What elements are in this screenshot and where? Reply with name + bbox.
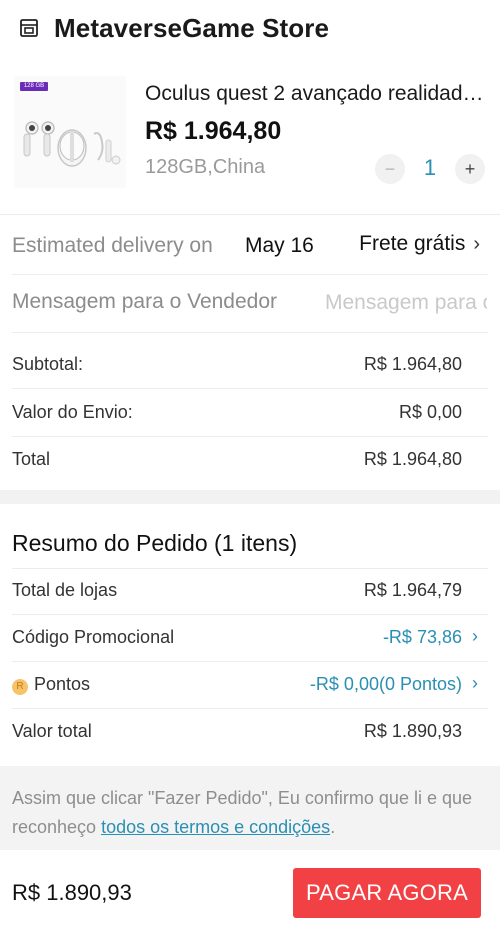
points-label: Pontos: [34, 674, 91, 694]
terms-notice: Assim que clicar "Fazer Pedido", Eu conf…: [0, 766, 500, 850]
quantity-decrease-button[interactable]: −: [375, 154, 405, 184]
promo-code-label: Código Promocional: [12, 627, 175, 647]
subtotal-value: R$ 1.964,80: [363, 354, 462, 374]
stores-total-row: Total de lojas R$ 1.964,79: [0, 568, 500, 614]
shipping-cost-row: Valor do Envio: R$ 0,00: [0, 390, 500, 436]
stores-total-label: Total de lojas: [12, 580, 118, 600]
subtotal-label: Subtotal:: [12, 354, 84, 374]
store-header[interactable]: MetaverseGame Store: [0, 0, 500, 56]
delivery-row[interactable]: Estimated delivery on May 16 Frete gráti…: [0, 216, 500, 274]
store-icon: [18, 17, 40, 39]
shipping-cost-label: Valor do Envio:: [12, 402, 133, 422]
checkout-footer: R$ 1.890,93 PAGAR AGORA: [0, 850, 500, 932]
seller-message-input[interactable]: [325, 286, 487, 320]
store-total-label: Total: [12, 449, 51, 469]
shipping-cost-value: R$ 0,00: [398, 402, 462, 422]
subtotal-row: Subtotal: R$ 1.964,80: [0, 342, 500, 388]
chevron-right-icon: ›: [473, 232, 480, 255]
quantity-increase-button[interactable]: +: [455, 154, 485, 184]
points-label-group: R Pontos: [12, 674, 90, 695]
divider: [12, 388, 488, 389]
delivery-label: Estimated delivery on: [12, 234, 213, 257]
chevron-right-icon: ›: [472, 673, 478, 693]
chevron-right-icon: ›: [472, 626, 478, 646]
terms-notice-suffix: .: [330, 817, 336, 837]
divider: [12, 332, 488, 333]
divider: [0, 214, 500, 215]
store-total-row: Total R$ 1.964,80: [0, 437, 500, 483]
seller-message-label: Mensagem para o Vendedor: [12, 290, 278, 313]
product-price: R$ 1.964,80: [145, 117, 282, 145]
footer-total: R$ 1.890,93: [12, 880, 132, 905]
terms-link[interactable]: todos os termos e condições: [101, 817, 330, 837]
shipping-option[interactable]: Frete grátis ›: [359, 232, 480, 256]
product-card: 128 GB Oculus quest 2 avançado realidade…: [0, 62, 500, 212]
grand-total-label: Valor total: [12, 721, 92, 741]
pay-now-button[interactable]: PAGAR AGORA: [293, 868, 481, 918]
grand-total-row: Valor total R$ 1.890,93: [0, 709, 500, 755]
points-row[interactable]: R Pontos -R$ 0,00(0 Pontos) ›: [0, 662, 500, 708]
grand-total-value: R$ 1.890,93: [363, 721, 462, 741]
points-value[interactable]: -R$ 0,00(0 Pontos): [310, 674, 462, 695]
seller-message-row: Mensagem para o Vendedor: [0, 274, 500, 332]
promo-code-row[interactable]: Código Promocional -R$ 73,86 ›: [0, 615, 500, 661]
shipping-label: Frete grátis: [359, 232, 466, 255]
store-total-value: R$ 1.964,80: [363, 449, 462, 469]
product-badge: 128 GB: [20, 82, 48, 91]
product-image[interactable]: 128 GB: [14, 76, 126, 188]
section-separator: [0, 490, 500, 504]
vr-headset-image: [23, 121, 121, 167]
promo-code-value[interactable]: -R$ 73,86: [383, 627, 462, 648]
delivery-date: May 16: [245, 234, 314, 257]
product-name[interactable]: Oculus quest 2 avançado realidade virtua…: [145, 82, 485, 106]
store-name[interactable]: MetaverseGame Store: [54, 13, 329, 44]
coin-icon: R: [12, 679, 28, 695]
product-variant[interactable]: 128GB,China: [145, 156, 265, 179]
quantity-value[interactable]: 1: [415, 155, 445, 181]
quantity-stepper: − 1 +: [375, 152, 485, 186]
stores-total-value: R$ 1.964,79: [363, 580, 462, 600]
order-summary-title: Resumo do Pedido (1 itens): [12, 530, 298, 556]
